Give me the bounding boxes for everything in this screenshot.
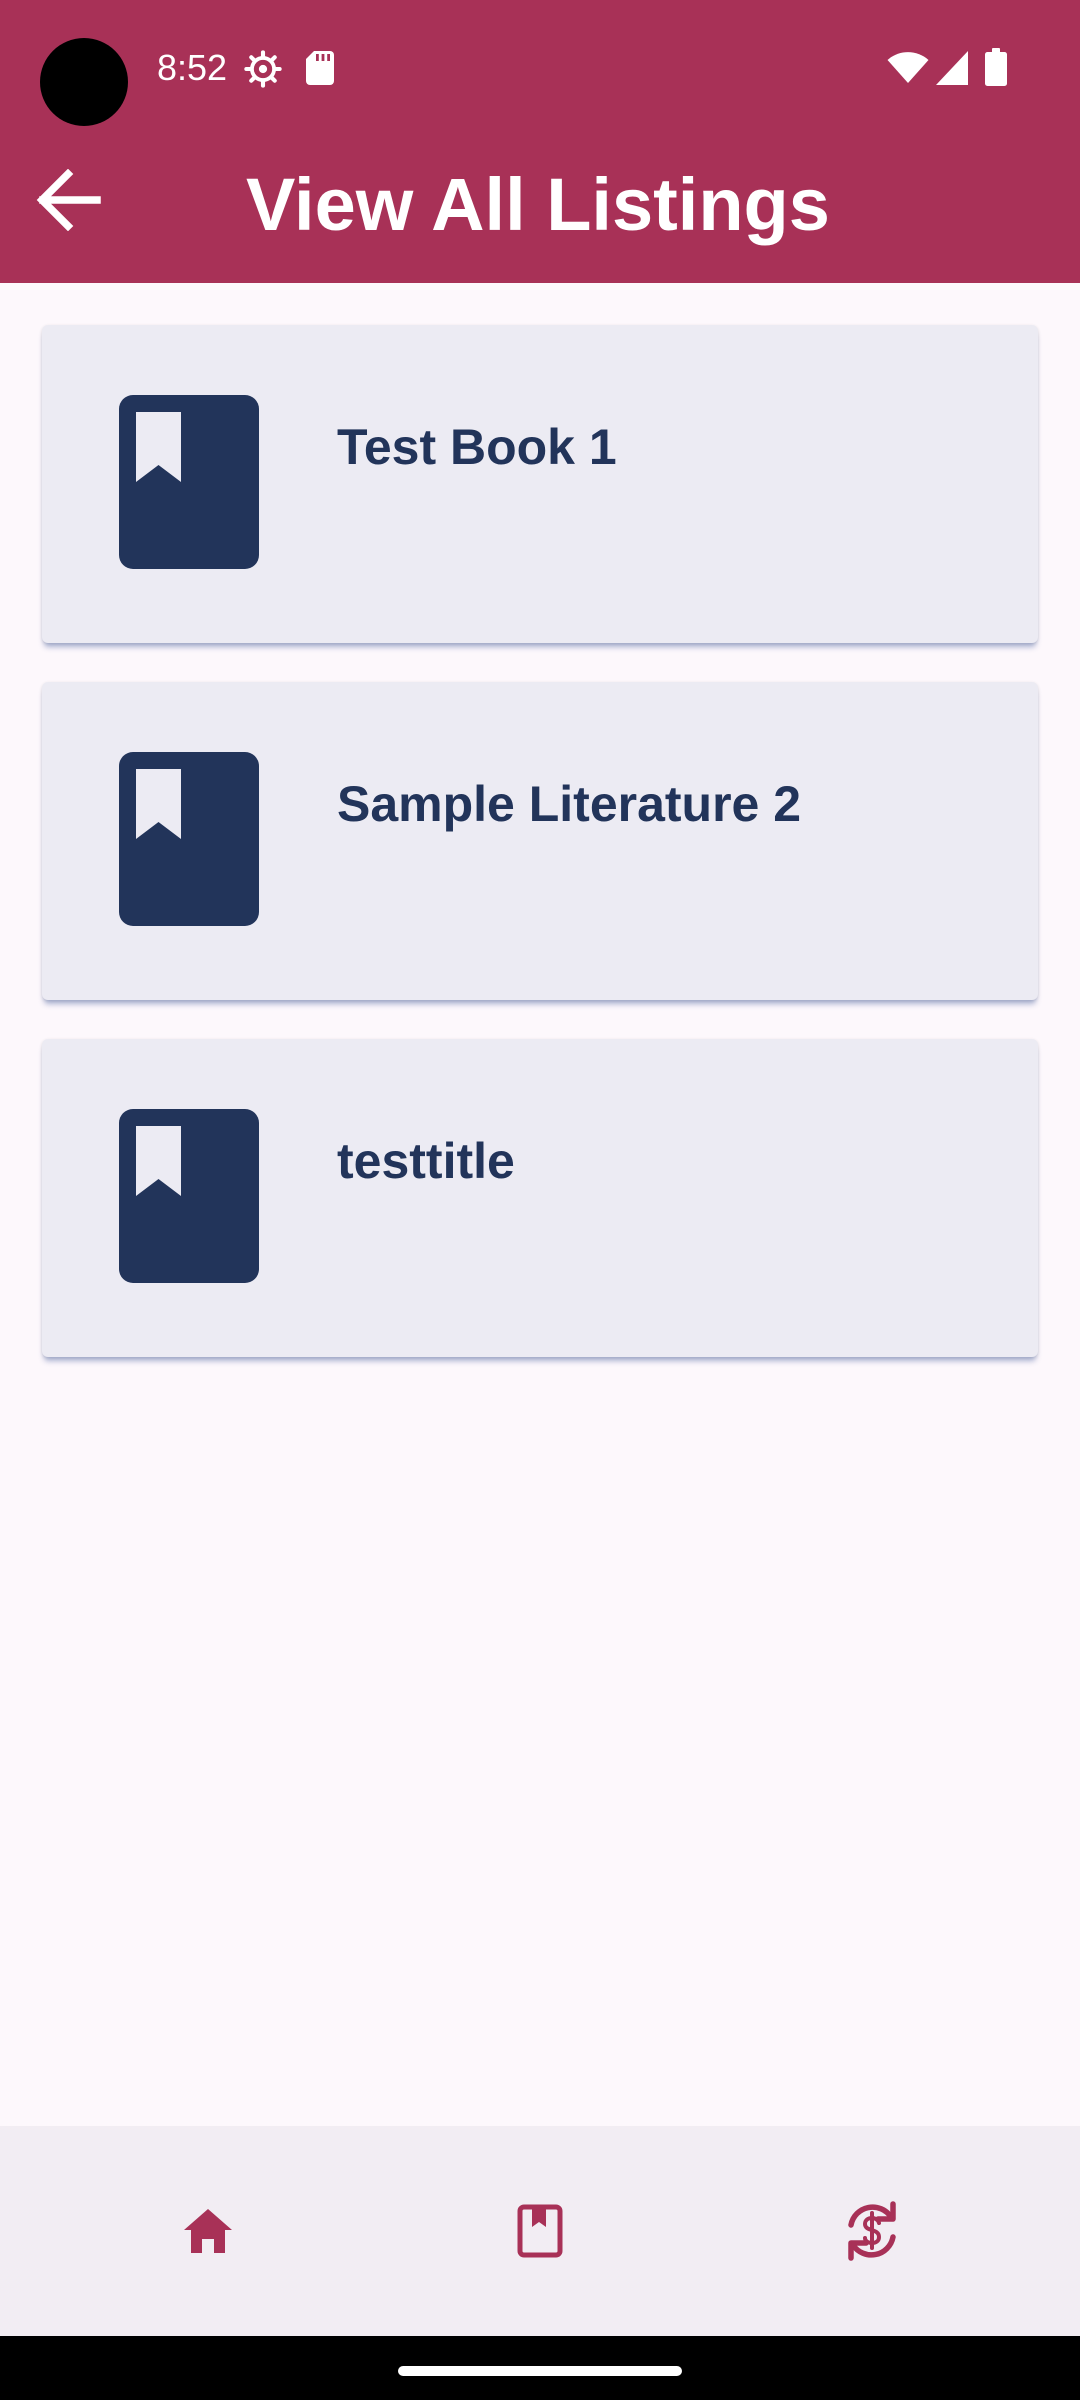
status-bar: 8:52 bbox=[0, 0, 1080, 135]
listing-title: Sample Literature 2 bbox=[337, 776, 802, 832]
sd-card-icon bbox=[306, 51, 334, 85]
cellular-signal-icon bbox=[936, 51, 968, 85]
listing-title: testtitle bbox=[337, 1133, 515, 1189]
nav-listings-button[interactable] bbox=[360, 2126, 720, 2336]
settings-icon bbox=[244, 50, 282, 88]
book-bookmark-icon bbox=[119, 1109, 259, 1283]
listing-card[interactable]: Test Book 1 bbox=[42, 325, 1038, 643]
listing-card[interactable]: testtitle bbox=[42, 1039, 1038, 1357]
battery-icon bbox=[985, 48, 1007, 86]
page-title: View All Listings bbox=[246, 163, 830, 246]
listing-list: Test Book 1 Sample Literature 2 testtitl… bbox=[42, 325, 1038, 1396]
arrow-back-icon bbox=[36, 169, 101, 231]
app-bar: 8:52 View All Listings bbox=[0, 0, 1080, 283]
camera-cutout bbox=[40, 38, 128, 126]
book-bookmark-icon bbox=[119, 395, 259, 569]
bottom-navigation bbox=[0, 2126, 1080, 2336]
back-button[interactable] bbox=[20, 152, 116, 248]
home-icon bbox=[184, 2209, 232, 2253]
home-gesture-handle[interactable] bbox=[398, 2366, 682, 2376]
book-icon bbox=[517, 2204, 563, 2258]
wifi-icon bbox=[887, 52, 929, 83]
listing-title: Test Book 1 bbox=[337, 419, 617, 475]
book-bookmark-icon bbox=[119, 752, 259, 926]
nav-home-button[interactable] bbox=[28, 2126, 388, 2336]
nav-exchange-button[interactable] bbox=[692, 2126, 1052, 2336]
currency-exchange-icon bbox=[848, 2201, 896, 2261]
listing-card[interactable]: Sample Literature 2 bbox=[42, 682, 1038, 1000]
system-gesture-bar bbox=[0, 2336, 1080, 2400]
status-time: 8:52 bbox=[157, 47, 228, 88]
